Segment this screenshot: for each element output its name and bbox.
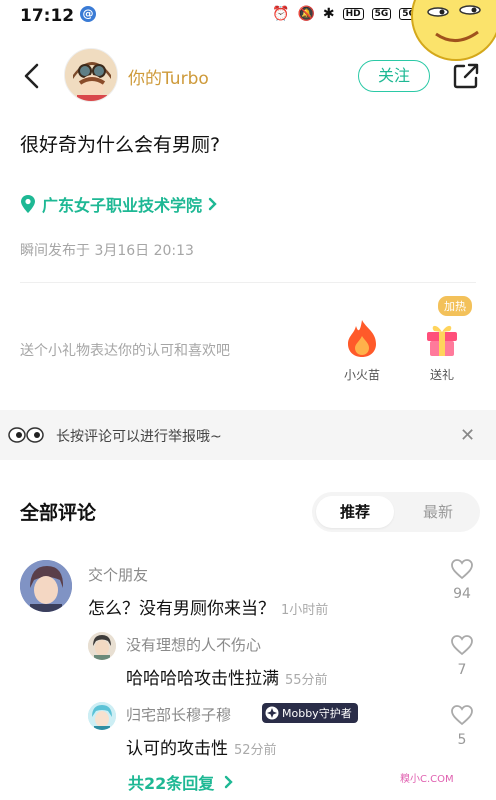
commenter-name[interactable]: 交个朋友 xyxy=(88,564,148,585)
mute-icon: 🔕 xyxy=(297,6,315,22)
like-count: 7 xyxy=(457,662,467,678)
smirk-emoji-sticker-icon xyxy=(411,0,496,61)
location-pin-icon xyxy=(21,195,35,213)
aviator-avatar-icon xyxy=(65,49,117,101)
comment-sort-toggle: 推荐 最新 xyxy=(312,492,480,532)
share-icon[interactable] xyxy=(452,62,480,90)
like-button[interactable]: 5 xyxy=(449,704,475,748)
gift-icon xyxy=(427,325,457,356)
reply-time: 55分前 xyxy=(285,673,328,688)
reply-body: 认可的攻击性 xyxy=(126,739,228,759)
status-bar: 17:12 @ ⏰ 🔕 ✱ HD 5G 5G xyxy=(0,0,496,61)
replier-avatar[interactable] xyxy=(88,702,116,730)
fire-icon xyxy=(348,320,376,357)
hd-icon: HD xyxy=(342,8,364,20)
comments-title: 全部评论 xyxy=(20,502,97,524)
close-icon[interactable]: ✕ xyxy=(460,425,475,446)
fire-gift-button[interactable]: 小火苗 xyxy=(338,318,386,383)
send-gift-label: 送礼 xyxy=(429,368,454,382)
heart-icon xyxy=(451,559,473,580)
status-time: 17:12 xyxy=(20,6,75,26)
chevron-right-icon xyxy=(208,197,217,211)
follow-button[interactable]: 关注 xyxy=(358,60,430,92)
commenter-avatar[interactable] xyxy=(20,560,72,612)
send-gift-button[interactable]: 送礼 xyxy=(418,318,466,383)
location-link[interactable]: 广东女子职业技术学院 xyxy=(20,192,218,216)
watermark: 糗小C.COM xyxy=(400,774,454,785)
alarm-icon: ⏰ xyxy=(272,6,290,22)
post-content: 很好奇为什么会有男厕? xyxy=(20,134,221,156)
sort-latest-tab[interactable]: 最新 xyxy=(400,496,476,528)
guardian-badge: Mobby守护者 xyxy=(262,703,358,723)
app-notification-icon: @ xyxy=(80,6,96,22)
view-replies-label: 共22条回复 xyxy=(128,774,215,793)
reply-text: 认可的攻击性 52分前 xyxy=(126,734,277,759)
bluetooth-icon: ✱ xyxy=(322,6,335,22)
replier-avatar-icon xyxy=(88,632,116,660)
eyes-icon xyxy=(8,427,44,443)
report-tip-bar: 长按评论可以进行举报哦~ ✕ xyxy=(0,410,496,460)
boost-badge: 加热 xyxy=(438,296,472,316)
author-avatar[interactable] xyxy=(64,48,118,102)
comment-text: 怎么？没有男厕你来当？ 1小时前 xyxy=(88,594,328,619)
like-button[interactable]: 7 xyxy=(449,634,475,678)
guardian-badge-label: Mobby守护者 xyxy=(282,707,352,720)
heart-icon xyxy=(451,705,473,726)
replier-name[interactable]: 没有理想的人不伤心 xyxy=(126,634,261,655)
report-tip-text: 长按评论可以进行举报哦~ xyxy=(56,429,222,445)
replier-avatar-icon xyxy=(88,702,116,730)
view-replies-link[interactable]: 共22条回复 xyxy=(128,770,234,794)
replier-name[interactable]: 归宅部长穆子穆 xyxy=(126,704,231,725)
commenter-avatar-icon xyxy=(20,560,72,612)
heart-icon xyxy=(451,635,473,656)
divider xyxy=(20,282,476,283)
reply-body: 哈哈哈哈攻击性拉满 xyxy=(126,669,279,689)
publish-time: 瞬间发布于 3月16日 20:13 xyxy=(20,243,194,259)
comment-body: 怎么？没有男厕你来当？ xyxy=(88,599,275,619)
author-name[interactable]: 你的Turbo xyxy=(128,64,209,89)
reply-time: 52分前 xyxy=(234,743,277,758)
like-count: 5 xyxy=(457,732,467,748)
guardian-badge-icon xyxy=(265,706,279,720)
chevron-right-icon xyxy=(224,775,233,789)
signal-5g-icon: 5G xyxy=(371,8,392,20)
location-label: 广东女子职业技术学院 xyxy=(42,196,203,215)
sort-recommend-tab[interactable]: 推荐 xyxy=(316,496,394,528)
like-button[interactable]: 94 xyxy=(449,558,475,602)
gift-hint: 送个小礼物表达你的认可和喜欢吧 xyxy=(20,343,230,359)
comment-time: 1小时前 xyxy=(281,603,329,618)
reply-text: 哈哈哈哈攻击性拉满 55分前 xyxy=(126,664,328,689)
status-icons: ⏰ 🔕 ✱ HD 5G 5G xyxy=(272,6,419,22)
like-count: 94 xyxy=(453,586,471,602)
fire-gift-label: 小火苗 xyxy=(343,368,380,382)
back-arrow-icon[interactable] xyxy=(20,62,44,90)
replier-avatar[interactable] xyxy=(88,632,116,660)
